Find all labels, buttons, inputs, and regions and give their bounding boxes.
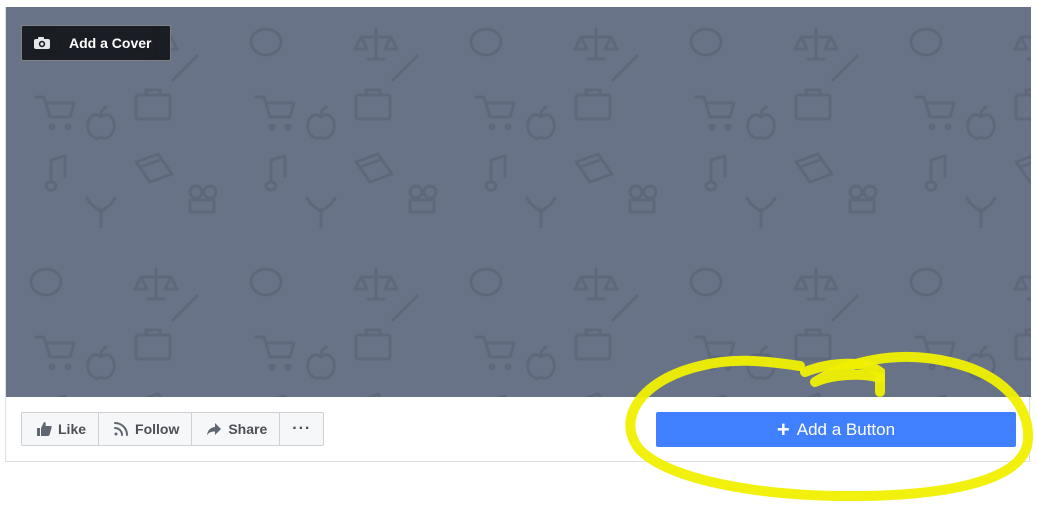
more-options-button[interactable]: ··· <box>280 413 323 445</box>
page-action-bar: Like Follow Share ··· + Add a Button <box>6 397 1031 462</box>
thumbs-up-icon <box>36 421 52 437</box>
share-arrow-icon <box>206 421 222 437</box>
rss-icon <box>113 421 129 437</box>
cover-photo-area[interactable]: Add a Cover <box>6 7 1031 397</box>
like-label: Like <box>58 421 87 437</box>
plus-icon: + <box>776 416 790 442</box>
cover-pattern <box>6 7 1031 397</box>
page-actions-group: Like Follow Share ··· <box>21 412 325 446</box>
add-cover-label: Add a Cover <box>69 35 152 51</box>
follow-button[interactable]: Follow <box>99 413 193 445</box>
add-a-button-label: Add a Button <box>796 419 896 439</box>
share-button[interactable]: Share <box>192 413 281 445</box>
follow-label: Follow <box>135 421 180 437</box>
add-a-button-cta[interactable]: + Add a Button <box>656 412 1016 447</box>
more-options-label: ··· <box>292 420 312 437</box>
add-cover-button[interactable]: Add a Cover <box>21 25 171 61</box>
share-label: Share <box>228 421 268 437</box>
page-header-card: Add a Cover Like Follow Share ··· + Add … <box>5 7 1031 462</box>
like-button[interactable]: Like <box>22 413 100 445</box>
camera-icon <box>33 36 51 50</box>
